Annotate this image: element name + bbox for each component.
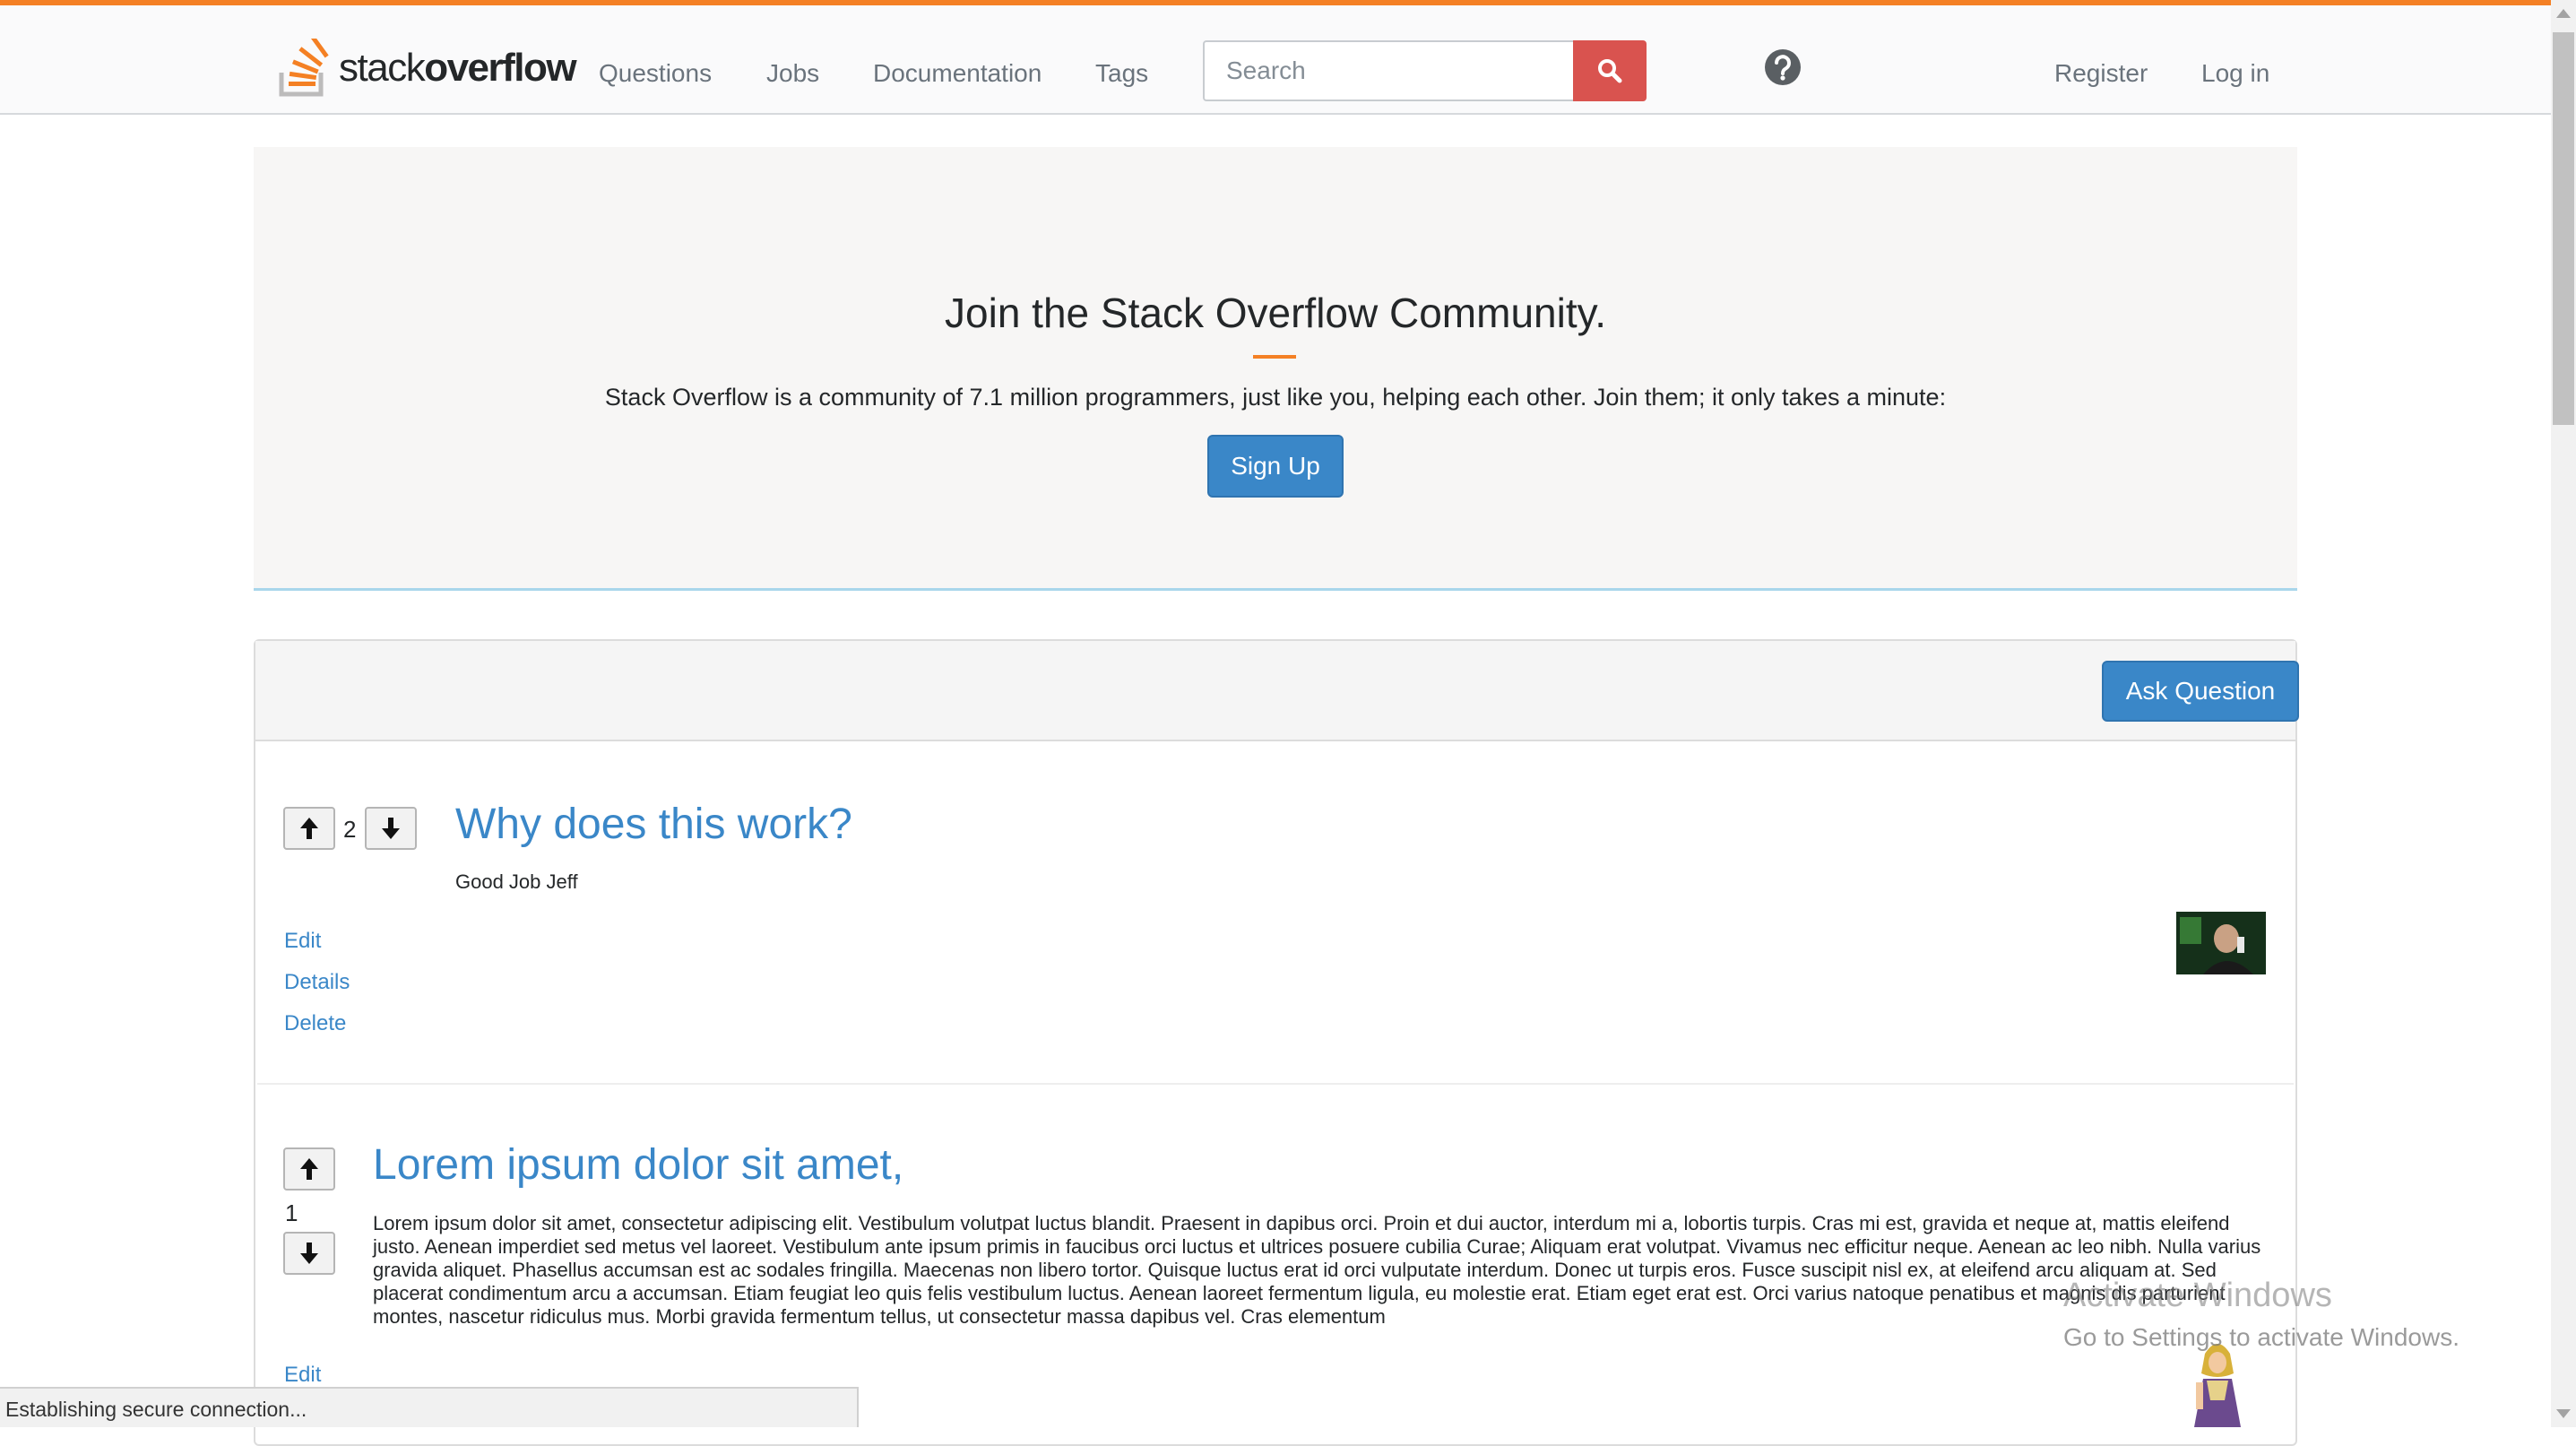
top-bar: stackoverflow Questions Jobs Documentati… — [0, 0, 2551, 115]
page-scrollbar[interactable] — [2551, 0, 2576, 1427]
scroll-up-icon[interactable] — [2556, 9, 2571, 18]
help-button[interactable] — [1764, 48, 1802, 91]
user-avatar — [2176, 912, 2266, 974]
upvote-button[interactable] — [283, 1147, 335, 1191]
downvote-button[interactable] — [283, 1232, 335, 1275]
search-icon — [1598, 59, 1622, 83]
nav-documentation[interactable]: Documentation — [873, 59, 1042, 88]
delete-link[interactable]: Delete — [284, 1011, 346, 1036]
question-title[interactable]: Why does this work? — [455, 800, 852, 849]
scrollbar-thumb[interactable] — [2553, 32, 2574, 425]
logo-text: stackoverflow — [339, 46, 577, 90]
vote-count: 2 — [343, 816, 357, 843]
banner-title: Join the Stack Overflow Community. — [945, 290, 1606, 336]
browser-status-bar: Establishing secure connection... — [0, 1387, 859, 1427]
vote-count: 1 — [285, 1199, 298, 1226]
login-link[interactable]: Log in — [2201, 59, 2269, 88]
arrow-down-icon — [382, 818, 400, 839]
stack-logo-icon — [279, 39, 329, 97]
register-link[interactable]: Register — [2054, 59, 2148, 88]
stackoverflow-logo[interactable]: stackoverflow — [278, 36, 577, 100]
nav-tags[interactable]: Tags — [1095, 59, 1148, 88]
details-link[interactable]: Details — [284, 970, 350, 995]
search-button[interactable] — [1573, 40, 1647, 101]
panel-header: Ask Question — [255, 641, 2299, 741]
nav-jobs[interactable]: Jobs — [766, 59, 819, 88]
activate-windows-title: Activate Windows — [2063, 1277, 2332, 1314]
downvote-button[interactable] — [365, 807, 417, 850]
question-divider — [257, 1083, 2294, 1085]
ask-question-button[interactable]: Ask Question — [2102, 661, 2299, 722]
activate-windows-text: Go to Settings to activate Windows. — [2063, 1323, 2459, 1351]
question-body: Lorem ipsum dolor sit amet, consectetur … — [373, 1212, 2261, 1328]
arrow-down-icon — [300, 1243, 318, 1264]
nav-questions[interactable]: Questions — [599, 59, 712, 88]
help-icon — [1765, 49, 1801, 85]
edit-link[interactable]: Edit — [284, 1363, 321, 1388]
arrow-up-icon — [300, 1158, 318, 1180]
scroll-down-icon[interactable] — [2556, 1409, 2571, 1418]
question-title[interactable]: Lorem ipsum dolor sit amet, — [373, 1140, 903, 1190]
community-banner: Join the Stack Overflow Community. Stack… — [254, 147, 2297, 591]
banner-accent-line — [1253, 355, 1296, 359]
edit-link[interactable]: Edit — [284, 929, 321, 954]
banner-text: Stack Overflow is a community of 7.1 mil… — [604, 384, 1947, 411]
avatar-image — [2176, 912, 2266, 974]
arrow-up-icon — [300, 818, 318, 839]
upvote-button[interactable] — [283, 807, 335, 850]
question-body: Good Job Jeff — [455, 870, 578, 893]
sign-up-button[interactable]: Sign Up — [1207, 435, 1344, 498]
